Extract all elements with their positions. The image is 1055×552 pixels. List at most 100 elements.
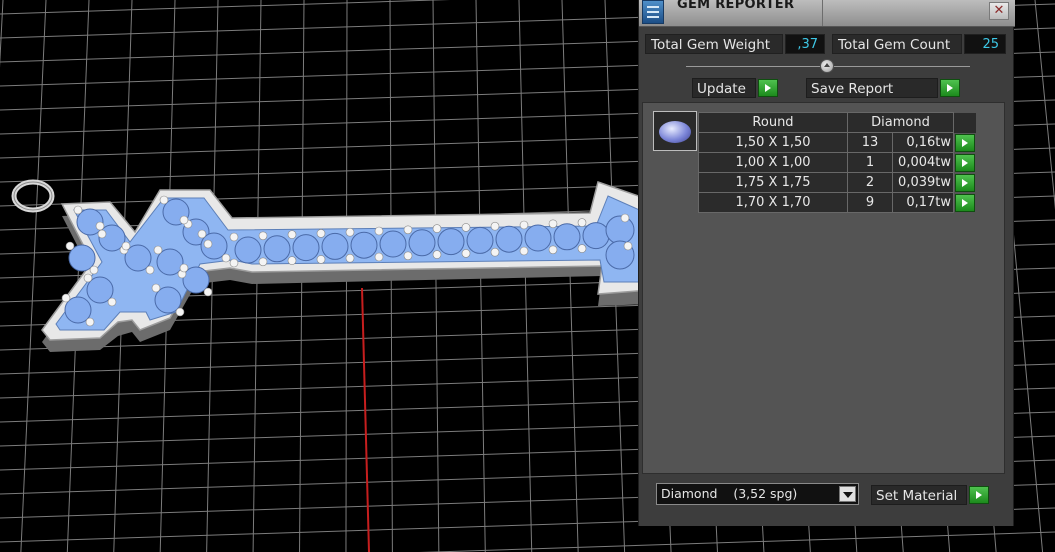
gem-prong — [221, 253, 231, 263]
gem-stone — [379, 230, 407, 258]
gem-stone — [234, 236, 262, 264]
gem-prong — [432, 224, 442, 233]
gem-prong — [519, 246, 529, 256]
total-gem-count-value: 25 — [964, 34, 1006, 54]
gem-prong — [258, 257, 268, 267]
set-material-go-icon[interactable] — [969, 486, 989, 504]
gem-prong — [519, 220, 529, 230]
gem-prong — [151, 283, 161, 293]
gem-stone — [350, 231, 378, 259]
chevron-down-icon[interactable] — [839, 486, 856, 502]
gem-count: 9 — [847, 192, 893, 213]
gem-stone — [321, 232, 349, 260]
save-report-button[interactable]: Save Report — [806, 78, 938, 98]
y-axis-line — [361, 287, 370, 552]
gem-count: 2 — [847, 172, 893, 193]
gem-prong — [65, 241, 75, 251]
gem-weight: 0,004tw — [892, 152, 954, 173]
gem-stone — [466, 226, 494, 254]
gem-prong — [374, 252, 384, 262]
table-row: 1,00 X 1,00 1 0,004tw — [698, 152, 977, 173]
gem-prong — [229, 258, 239, 268]
gem-prong — [620, 213, 630, 223]
row-select-icon[interactable] — [955, 193, 975, 212]
gem-prong — [229, 232, 239, 242]
shape-header: Round — [698, 112, 848, 133]
gem-prong — [287, 256, 297, 265]
gem-prong — [461, 223, 471, 232]
grid-line — [418, 531, 1055, 552]
gem-prong — [203, 287, 213, 297]
gem-stone — [292, 234, 320, 262]
title-bar[interactable]: GEM REPORTER ✕ — [639, 0, 1015, 27]
panel-title: GEM REPORTER — [677, 0, 795, 12]
gem-size: 1,75 X 1,75 — [698, 172, 848, 193]
gem-prong — [175, 307, 185, 317]
row-select-icon[interactable] — [955, 133, 975, 152]
save-report-go-icon[interactable] — [940, 79, 960, 97]
set-material-button-label: Set Material — [876, 488, 958, 504]
gem-prong — [159, 195, 169, 205]
gem-prong — [461, 249, 471, 258]
gem-prong — [548, 219, 558, 229]
gem-prong — [179, 215, 189, 225]
splitter-handle[interactable] — [820, 59, 834, 73]
gem-prong — [345, 227, 355, 237]
gem-prong — [179, 263, 189, 273]
gem-prong — [153, 245, 163, 255]
gem-prong — [95, 221, 105, 231]
material-header: Diamond — [847, 112, 954, 133]
row-select-icon[interactable] — [955, 153, 975, 172]
total-gem-weight-value: ,37 — [785, 34, 825, 54]
total-gem-weight-label: Total Gem Weight — [645, 34, 783, 54]
gem-prong — [85, 317, 95, 327]
material-select-value: Diamond (3,52 spg) — [661, 486, 798, 501]
close-button[interactable]: ✕ — [989, 2, 1009, 20]
gem-prong — [490, 221, 500, 231]
gem-prong — [432, 250, 442, 259]
gem-prong — [97, 229, 107, 239]
gem-prong — [89, 265, 99, 275]
material-select[interactable]: Diamond (3,52 spg) — [656, 483, 859, 505]
set-material-button[interactable]: Set Material — [871, 485, 967, 505]
gem-stone — [263, 235, 291, 263]
gem-prong — [203, 239, 213, 249]
update-go-icon[interactable] — [758, 79, 778, 97]
gem-prong — [403, 225, 413, 235]
gem-prong — [73, 205, 83, 215]
gem-stone — [605, 215, 635, 245]
gem-size: 1,50 X 1,50 — [698, 132, 848, 153]
gem-prong — [403, 251, 413, 261]
table-row: 1,50 X 1,50 13 0,16tw — [698, 132, 977, 153]
gem-table-header: Round Diamond — [698, 112, 977, 133]
gem-prong — [316, 229, 326, 238]
row-select-icon[interactable] — [955, 173, 975, 192]
update-button[interactable]: Update — [692, 78, 756, 98]
close-icon: ✕ — [993, 3, 1005, 18]
gem-prong — [61, 293, 71, 303]
grid-line — [1034, 0, 1055, 210]
round-gem-icon — [659, 121, 691, 143]
gem-prong — [548, 245, 558, 255]
gem-prong — [145, 265, 155, 275]
gem-prong — [623, 241, 633, 251]
gem-prong — [316, 255, 326, 264]
gem-prong — [577, 218, 587, 227]
gem-weight: 0,16tw — [892, 132, 954, 153]
gem-prong — [258, 231, 268, 241]
gem-reporter-panel: GEM REPORTER ✕ Total Gem Weight ,37 Tota… — [638, 0, 1015, 526]
gem-weight: 0,039tw — [892, 172, 954, 193]
gem-prong — [374, 226, 384, 236]
gem-prong — [577, 244, 587, 253]
gem-weight: 0,17tw — [892, 192, 954, 213]
gem-prong — [197, 229, 207, 239]
gem-prong — [490, 247, 500, 257]
update-button-label: Update — [697, 81, 746, 97]
grid-line — [0, 0, 4, 68]
gem-stone — [553, 223, 581, 251]
gem-stone — [437, 228, 465, 256]
gem-thumbnail[interactable] — [653, 111, 697, 151]
gem-stone — [582, 222, 610, 250]
gem-count: 13 — [847, 132, 893, 153]
gem-stone — [408, 229, 436, 257]
